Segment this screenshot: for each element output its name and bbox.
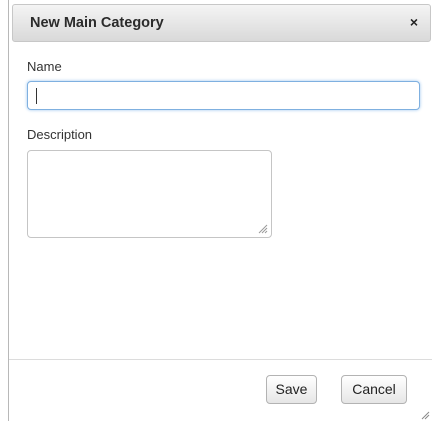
dialog-resize-grip-icon[interactable] <box>420 410 430 420</box>
description-label: Description <box>27 127 93 142</box>
footer-divider <box>9 359 432 360</box>
resize-grip-icon[interactable] <box>258 224 268 234</box>
save-button[interactable]: Save <box>266 375 317 404</box>
name-label: Name <box>27 59 62 74</box>
dialog-title: New Main Category <box>30 15 164 31</box>
dialog-titlebar[interactable]: New Main Category × <box>12 4 431 42</box>
text-caret <box>36 88 37 104</box>
cancel-button[interactable]: Cancel <box>341 375 407 404</box>
close-icon[interactable]: × <box>410 14 418 30</box>
new-category-dialog: New Main Category × Name Description Sav… <box>8 0 432 421</box>
name-input[interactable] <box>27 81 420 110</box>
description-textarea[interactable] <box>27 150 272 238</box>
